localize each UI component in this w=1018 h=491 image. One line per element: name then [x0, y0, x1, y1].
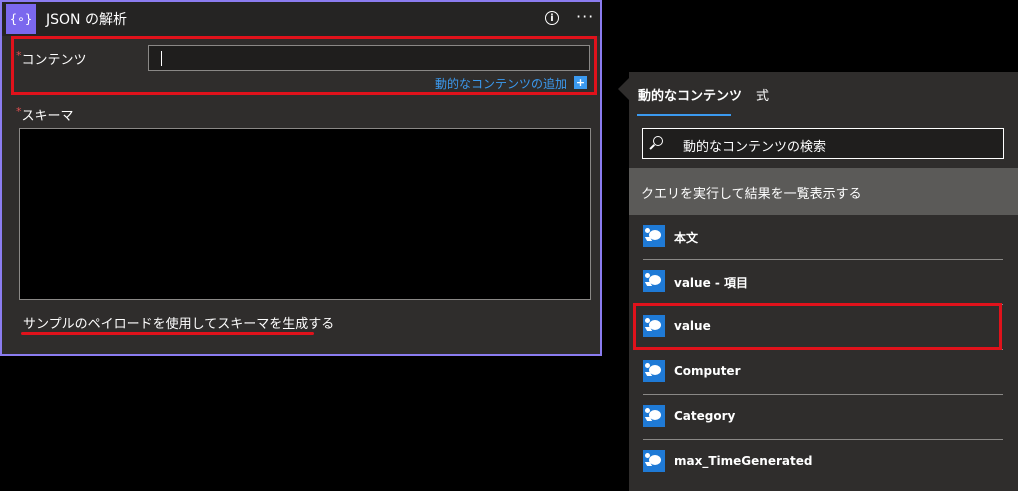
dynamic-content-search[interactable]: 動的なコンテンツの検索 [642, 128, 1004, 159]
card-header[interactable]: {∘} JSON の解析 i ··· [2, 2, 600, 36]
tab-dynamic-content[interactable]: 動的なコンテンツ [638, 85, 742, 104]
card-title: JSON の解析 [46, 12, 127, 28]
section-title: クエリを実行して結果を一覧表示する [641, 187, 862, 202]
chat-bubble-icon [643, 360, 665, 382]
generate-schema-link[interactable]: サンプルのペイロードを使用してスキーマを生成する [23, 313, 334, 332]
schema-label-text: スキーマ [21, 109, 74, 124]
active-tab-underline [637, 114, 731, 116]
item-label: value - 項目 [674, 276, 749, 290]
item-label: 本文 [674, 231, 699, 245]
item-label: Computer [674, 364, 741, 378]
dynamic-content-flyout: 動的なコンテンツ 式 動的なコンテンツの検索 クエリを実行して結果を一覧表示する… [629, 72, 1018, 491]
item-label: Category [674, 409, 736, 423]
chat-bubble-icon [643, 270, 665, 292]
list-item[interactable]: 本文 [643, 215, 1003, 260]
info-icon[interactable]: i [545, 11, 559, 25]
json-icon: {∘} [6, 4, 36, 34]
item-label: max_TimeGenerated [674, 454, 813, 468]
section-header[interactable]: クエリを実行して結果を一覧表示する [629, 168, 1018, 215]
flyout-pointer [618, 78, 629, 100]
search-icon [653, 136, 663, 146]
search-placeholder: 動的なコンテンツの検索 [683, 140, 827, 155]
highlight-box-content [11, 36, 597, 95]
chat-bubble-icon [643, 225, 665, 247]
chat-bubble-icon [643, 405, 665, 427]
highlight-box-value [633, 303, 1002, 350]
list-item[interactable]: value - 項目 [643, 260, 1003, 305]
list-item[interactable]: Computer [643, 350, 1003, 395]
schema-label: *スキーマ [16, 105, 74, 124]
highlight-underline [21, 332, 314, 335]
list-item[interactable]: Category [643, 395, 1003, 440]
tab-expression[interactable]: 式 [756, 85, 769, 104]
list-item[interactable]: max_TimeGenerated [643, 440, 1003, 485]
schema-editor[interactable] [19, 128, 591, 300]
more-options-icon[interactable]: ··· [576, 7, 594, 26]
chat-bubble-icon [643, 450, 665, 472]
